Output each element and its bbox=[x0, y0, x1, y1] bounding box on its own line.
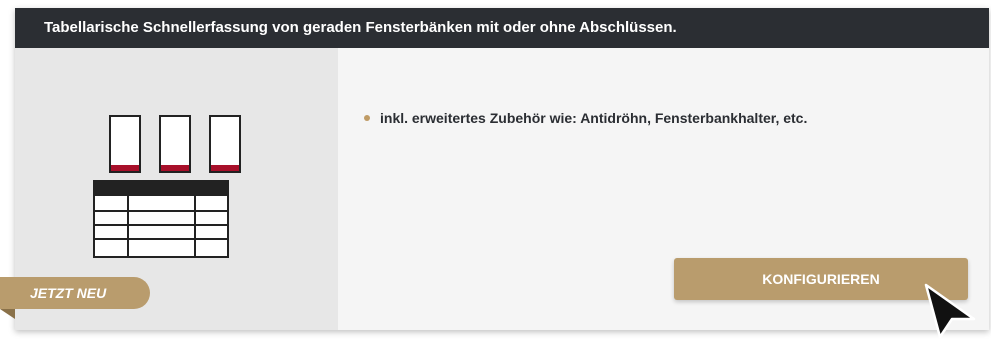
new-badge-label: JETZT NEU bbox=[30, 285, 107, 301]
table-icon-row-line bbox=[95, 238, 227, 240]
new-badge: JETZT NEU bbox=[0, 277, 150, 309]
card-title: Tabellarische Schnellerfassung von gerad… bbox=[44, 19, 677, 36]
sill-edge bbox=[111, 165, 139, 171]
window-sill-icon bbox=[159, 115, 191, 173]
table-icon-header bbox=[95, 182, 227, 196]
table-icon-col-line bbox=[127, 196, 129, 258]
badge-fold bbox=[0, 309, 15, 319]
sill-edge bbox=[161, 165, 189, 171]
table-icon-row-line bbox=[95, 210, 227, 212]
bullet-dot-icon bbox=[364, 115, 370, 121]
window-sill-icon bbox=[209, 115, 241, 173]
table-icon bbox=[93, 180, 229, 258]
window-sill-icon bbox=[109, 115, 141, 173]
card-header: Tabellarische Schnellerfassung von gerad… bbox=[15, 8, 989, 48]
sill-edge bbox=[211, 165, 239, 171]
table-icon-row-line bbox=[95, 224, 227, 226]
table-icon-col-line bbox=[194, 196, 196, 258]
pointer-cursor-icon bbox=[924, 283, 976, 339]
feature-item: inkl. erweitertes Zubehör wie: Antidröhn… bbox=[380, 110, 808, 126]
